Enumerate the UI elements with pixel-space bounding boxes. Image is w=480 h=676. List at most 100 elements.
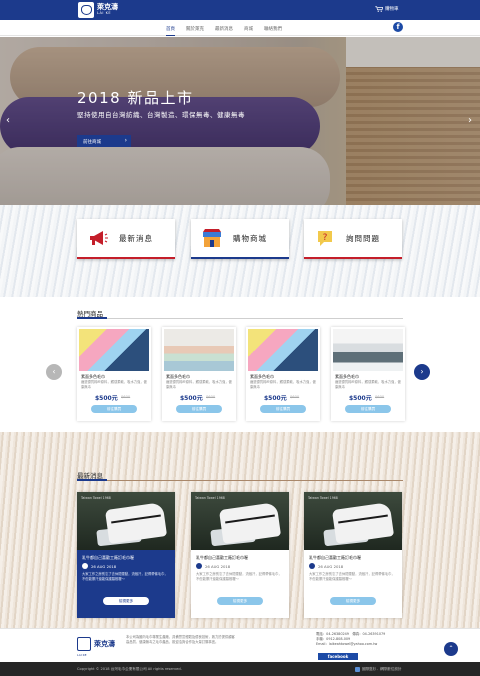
design-credit-text: 國際藍杉．網際數位設計 bbox=[362, 667, 402, 671]
footer-email[interactable]: Email：laikeahtowel@yahoo.com.tw bbox=[316, 642, 385, 647]
section-divider bbox=[77, 317, 403, 319]
feature-shop[interactable]: 購物商城 bbox=[191, 219, 289, 259]
product-desc: 嚴選優質棉紗原料，觸感柔軟，吸水力強，健康無毒 bbox=[166, 380, 232, 389]
product-image bbox=[79, 329, 149, 371]
go-shop-button[interactable]: 前往商城 › bbox=[77, 135, 131, 147]
nav-item-home[interactable]: 首頁 bbox=[166, 20, 175, 36]
facebook-button[interactable]: facebook bbox=[318, 653, 358, 660]
news-date: 26 AUG 2018 bbox=[318, 563, 344, 569]
news-image: Taiwan Towel 1968 bbox=[77, 492, 175, 550]
product-old-price: $600 bbox=[290, 395, 300, 399]
product-old-price: $600 bbox=[375, 395, 385, 399]
back-to-top-button[interactable]: ⌃ bbox=[444, 642, 458, 656]
site-footer: 萊克濤 LAI KE 本公司為國內毛巾專業生產廠，具備豐富經驗及優良技術，致力於… bbox=[0, 628, 480, 662]
question-icon: ? bbox=[318, 231, 332, 246]
hot-products-section: 熱門商品 ‹ 素面多色毛巾 嚴選優質棉紗原料，觸感柔軟，吸水力強，健康無毒 $5… bbox=[0, 297, 480, 432]
feature-section: 最新消息 購物商城 ? 詢問問題 bbox=[0, 205, 480, 297]
logo-mascot-icon bbox=[78, 2, 94, 18]
cart-link[interactable]: 購物車 bbox=[375, 6, 399, 12]
product-card[interactable]: 素面多色毛巾 嚴選優質棉紗原料，觸感柔軟，吸水力強，健康無毒 $500元 $60… bbox=[162, 327, 236, 421]
news-image-sign: Taiwan Towel 1968 bbox=[81, 496, 111, 500]
cart-icon bbox=[375, 6, 383, 12]
product-old-price: $600 bbox=[206, 395, 216, 399]
buy-button[interactable]: 前往購買 bbox=[345, 405, 391, 413]
hero-title: 2018 新品上市 bbox=[77, 89, 194, 107]
news-card[interactable]: Taiwan Towel 1968 乳牛都自己喜歡工廠訂毛巾喔 26 AUG 2… bbox=[304, 492, 402, 618]
news-date: 26 AUG 2018 bbox=[205, 563, 231, 569]
clock-icon bbox=[196, 563, 202, 569]
shop-icon bbox=[203, 229, 221, 247]
logo-name: 萊克濤 bbox=[97, 3, 118, 12]
product-card[interactable]: 素面多色毛巾 嚴選優質棉紗原料，觸感柔軟，吸水力強，健康無毒 $500元 $60… bbox=[77, 327, 151, 421]
main-nav: 首頁 關於萊克 最新消息 商城 聯絡我們 bbox=[0, 20, 480, 36]
buy-button[interactable]: 前往購買 bbox=[91, 405, 137, 413]
designer-logo-icon bbox=[355, 667, 360, 672]
product-price: $500元 bbox=[95, 395, 118, 402]
product-image bbox=[248, 329, 318, 371]
products-next-button[interactable]: › bbox=[414, 364, 430, 380]
product-card[interactable]: 素面多色毛巾 嚴選優質棉紗原料，觸感柔軟，吸水力強，健康無毒 $500元 $60… bbox=[331, 327, 405, 421]
news-image: Taiwan Towel 1968 bbox=[304, 492, 402, 550]
hero-prev-arrow[interactable]: ‹ bbox=[6, 115, 10, 126]
news-title: 乳牛都自己喜歡工廠訂毛巾喔 bbox=[309, 555, 361, 560]
facebook-icon[interactable]: f bbox=[393, 22, 403, 32]
product-price: $500元 bbox=[180, 395, 203, 402]
design-credit[interactable]: 國際藍杉．網際數位設計 bbox=[355, 667, 402, 672]
feature-ask[interactable]: ? 詢問問題 bbox=[304, 219, 402, 259]
product-price: $500元 bbox=[349, 395, 372, 402]
news-date: 26 AUG 2018 bbox=[91, 563, 117, 569]
buy-button[interactable]: 前往購買 bbox=[176, 405, 222, 413]
footer-logo-subtitle: LAI KE bbox=[77, 653, 87, 657]
news-image-sign: Taiwan Towel 1968 bbox=[195, 496, 225, 500]
news-title: 乳牛都自己喜歡工廠訂毛巾喔 bbox=[196, 555, 248, 560]
footer-contact: 電話：04-26380249 傳真：04-26391079 手機：0912-80… bbox=[316, 632, 385, 648]
feature-ask-label: 詢問問題 bbox=[346, 233, 380, 243]
feature-news-label: 最新消息 bbox=[119, 233, 153, 243]
news-title: 乳牛都自己喜歡工廠訂毛巾喔 bbox=[82, 555, 134, 560]
news-card[interactable]: Taiwan Towel 1968 乳牛都自己喜歡工廠訂毛巾喔 26 AUG 2… bbox=[191, 492, 289, 618]
news-image: Taiwan Towel 1968 bbox=[191, 492, 289, 550]
copyright-text: Copyright © 2018 台灣毛巾企業有限公司 All rights r… bbox=[77, 667, 182, 671]
buy-button[interactable]: 前往購買 bbox=[260, 405, 306, 413]
product-desc: 嚴選優質棉紗原料，觸感柔軟，吸水力強，健康無毒 bbox=[81, 380, 147, 389]
news-image-sign: Taiwan Towel 1968 bbox=[308, 496, 338, 500]
news-desc: 大家工作之餘別忘了去休閒運動，流個汗，記得帶條毛巾，不但能擦汗還能保護頸椎喔～ bbox=[196, 572, 282, 581]
news-card[interactable]: Taiwan Towel 1968 乳牛都自己喜歡工廠訂毛巾喔 26 AUG 2… bbox=[77, 492, 175, 618]
clock-icon bbox=[309, 563, 315, 569]
copyright-bar: Copyright © 2018 台灣毛巾企業有限公司 All rights r… bbox=[0, 662, 480, 676]
feature-news[interactable]: 最新消息 bbox=[77, 219, 175, 259]
news-section: 最新消息 Taiwan Towel 1968 乳牛都自己喜歡工廠訂毛巾喔 26 … bbox=[0, 432, 480, 628]
nav-item-shop[interactable]: 商城 bbox=[244, 20, 253, 36]
view-more-button[interactable]: 檢視更多 bbox=[103, 597, 149, 605]
logo-subtitle: LAI KE bbox=[97, 11, 112, 16]
footer-logo-name: 萊克濤 bbox=[94, 640, 115, 648]
products-prev-button[interactable]: ‹ bbox=[46, 364, 62, 380]
go-shop-label: 前往商城 bbox=[83, 139, 101, 145]
product-card[interactable]: 素面多色毛巾 嚴選優質棉紗原料，觸感柔軟，吸水力強，健康無毒 $500元 $60… bbox=[246, 327, 320, 421]
product-desc: 嚴選優質棉紗原料，觸感柔軟，吸水力強，健康無毒 bbox=[335, 380, 401, 389]
section-divider bbox=[77, 479, 403, 481]
hero-banner: 2018 新品上市 堅持使用自台灣紡織、台灣製造、環保無毒、健康無毒 前往商城 … bbox=[0, 37, 480, 205]
product-desc: 嚴選優質棉紗原料，觸感柔軟，吸水力強，健康無毒 bbox=[250, 380, 316, 389]
hero-next-arrow[interactable]: › bbox=[468, 115, 472, 126]
feature-shop-label: 購物商城 bbox=[233, 233, 267, 243]
view-more-button[interactable]: 檢視更多 bbox=[330, 597, 376, 605]
product-old-price: $600 bbox=[121, 395, 131, 399]
footer-about-text: 本公司為國內毛巾專業生產廠，具備豐富經驗及優良技術，致力於提供顧客高品質、健康無… bbox=[126, 635, 235, 644]
nav-item-contact[interactable]: 聯絡我們 bbox=[264, 20, 282, 36]
nav-item-about[interactable]: 關於萊克 bbox=[186, 20, 204, 36]
hero-subtitle: 堅持使用自台灣紡織、台灣製造、環保無毒、健康無毒 bbox=[77, 111, 245, 119]
brand-logo[interactable]: 萊克濤 LAI KE bbox=[78, 1, 130, 19]
clock-icon bbox=[82, 563, 88, 569]
product-image bbox=[164, 329, 234, 371]
footer-logo[interactable]: 萊克濤 LAI KE bbox=[77, 637, 115, 657]
product-image bbox=[333, 329, 403, 371]
megaphone-icon bbox=[90, 231, 108, 245]
nav-item-news[interactable]: 最新消息 bbox=[215, 20, 233, 36]
product-price: $500元 bbox=[264, 395, 287, 402]
news-desc: 大家工作之餘別忘了去休閒運動，流個汗，記得帶條毛巾，不但能擦汗還能保護頸椎喔～ bbox=[309, 572, 395, 581]
arrow-right-icon: › bbox=[124, 137, 127, 144]
view-more-button[interactable]: 檢視更多 bbox=[217, 597, 263, 605]
top-header: 萊克濤 LAI KE 購物車 bbox=[0, 0, 480, 20]
cart-label: 購物車 bbox=[385, 7, 399, 12]
